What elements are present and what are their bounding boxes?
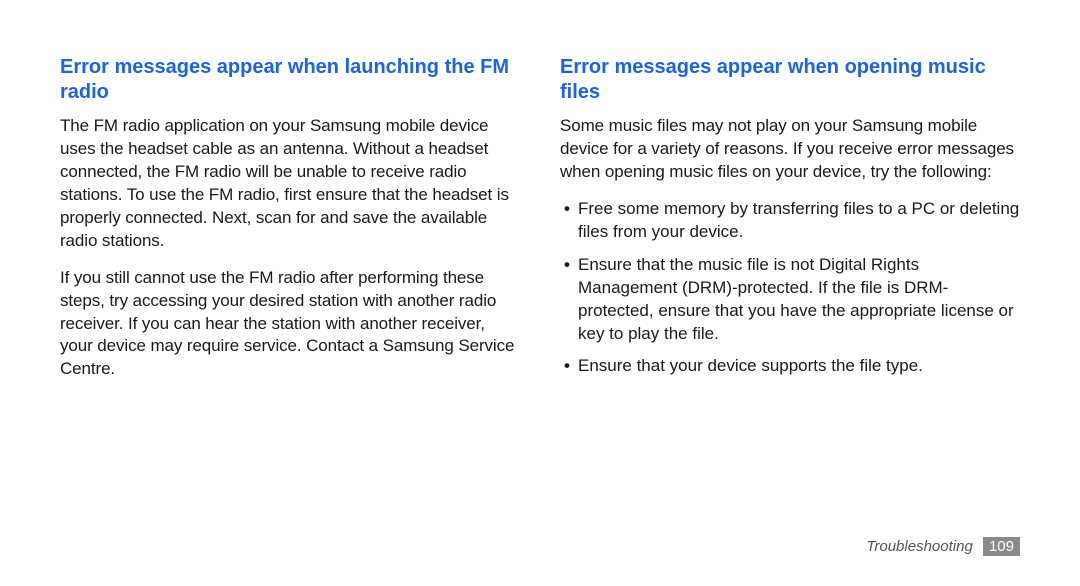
right-bullet-list: Free some memory by transferring files t… <box>560 198 1020 379</box>
footer-section-name: Troubleshooting <box>866 538 972 555</box>
left-heading: Error messages appear when launching the… <box>60 55 520 105</box>
two-column-layout: Error messages appear when launching the… <box>60 55 1020 395</box>
left-paragraph-1: The FM radio application on your Samsung… <box>60 115 520 253</box>
left-column: Error messages appear when launching the… <box>60 55 520 395</box>
right-heading: Error messages appear when opening music… <box>560 55 1020 105</box>
right-column: Error messages appear when opening music… <box>560 55 1020 395</box>
footer-page-number: 109 <box>983 537 1020 556</box>
left-paragraph-2: If you still cannot use the FM radio aft… <box>60 267 520 382</box>
list-item: Ensure that the music file is not Digita… <box>578 254 1020 346</box>
page-footer: Troubleshooting 109 <box>866 537 1020 556</box>
right-intro: Some music files may not play on your Sa… <box>560 115 1020 184</box>
list-item: Ensure that your device supports the fil… <box>578 355 1020 378</box>
document-page: Error messages appear when launching the… <box>0 0 1080 586</box>
list-item: Free some memory by transferring files t… <box>578 198 1020 244</box>
